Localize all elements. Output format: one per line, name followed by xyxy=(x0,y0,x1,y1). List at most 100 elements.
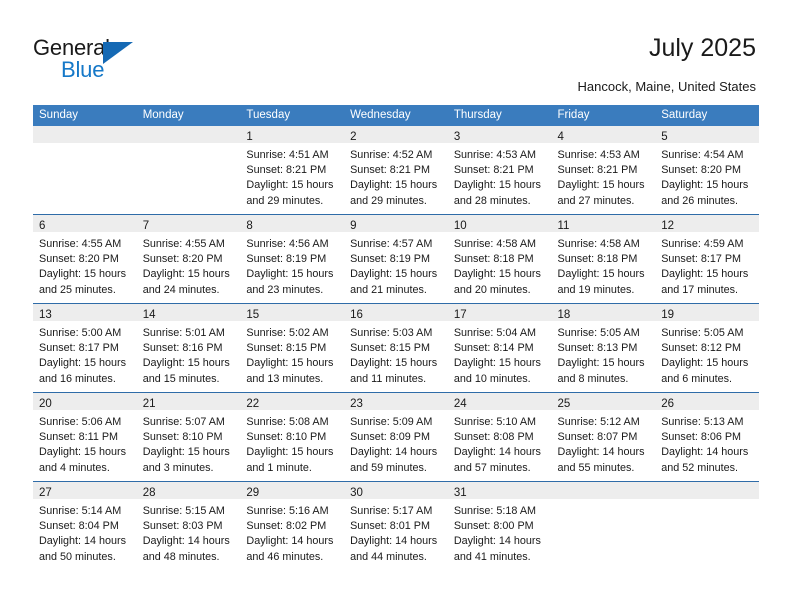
sunset-text: Sunset: 8:20 PM xyxy=(142,253,223,266)
day-number-strip: 1 xyxy=(240,126,345,143)
calendar-day-cell[interactable]: 10 Sunrise: 4:58 AM Sunset: 8:18 PM Dayligh… xyxy=(447,214,552,304)
calendar-day-cell[interactable]: 15 Sunrise: 5:02 AM Sunset: 8:15 PM Dayligh… xyxy=(240,303,345,393)
day-number-strip: 12 xyxy=(655,215,759,232)
calendar-day-cell[interactable]: 17 Sunrise: 5:04 AM Sunset: 8:14 PM Dayligh… xyxy=(447,303,552,393)
day-number: 12 xyxy=(661,220,675,232)
sunrise-text: Sunrise: 5:16 AM xyxy=(246,505,329,517)
daylight-text: Daylight: 15 hours and 25 minutes. xyxy=(39,268,127,296)
sunset-text: Sunset: 8:20 PM xyxy=(39,253,119,266)
daylight-text: Daylight: 15 hours and 24 minutes. xyxy=(142,268,230,296)
sunset-text: Sunset: 8:18 PM xyxy=(557,253,638,266)
calendar-day-cell[interactable]: 25 Sunrise: 5:12 AM Sunset: 8:07 PM Dayligh… xyxy=(551,392,656,482)
day-number: 22 xyxy=(246,398,260,410)
day-details: Sunrise: 5:14 AM Sunset: 8:04 PM Daylight:… xyxy=(33,499,137,565)
calendar-day-cell[interactable]: 4 Sunrise: 4:53 AM Sunset: 8:21 PM Daylight… xyxy=(551,126,656,215)
calendar-day-cell[interactable]: 21 Sunrise: 5:07 AM Sunset: 8:10 PM Dayligh… xyxy=(136,392,241,482)
day-number-strip: 14 xyxy=(136,304,241,321)
generalblue-logo: General Blue xyxy=(33,36,163,84)
calendar-day-cell[interactable]: 22 Sunrise: 5:08 AM Sunset: 8:10 PM Dayligh… xyxy=(240,392,345,482)
daylight-text: Daylight: 15 hours and 15 minutes. xyxy=(142,357,230,385)
calendar-day-cell[interactable]: 6 Sunrise: 4:55 AM Sunset: 8:20 PM Daylight… xyxy=(33,214,137,304)
day-number-strip: 20 xyxy=(33,393,137,410)
calendar-day-cell[interactable]: 14 Sunrise: 5:01 AM Sunset: 8:16 PM Dayligh… xyxy=(136,303,241,393)
sunset-text: Sunset: 8:04 PM xyxy=(39,520,119,533)
daylight-text: Daylight: 15 hours and 6 minutes. xyxy=(661,357,749,385)
sunset-text: Sunset: 8:02 PM xyxy=(246,520,327,533)
calendar-day-cell[interactable]: 24 Sunrise: 5:10 AM Sunset: 8:08 PM Dayligh… xyxy=(447,392,552,482)
calendar-day-cell[interactable]: 2 Sunrise: 4:52 AM Sunset: 8:21 PM Daylight… xyxy=(344,126,448,215)
weekday-header-thursday: Thursday xyxy=(447,105,552,126)
sunrise-text: Sunrise: 5:01 AM xyxy=(142,327,225,339)
sunset-text: Sunset: 8:19 PM xyxy=(350,253,430,266)
sunset-text: Sunset: 8:12 PM xyxy=(661,342,742,355)
sunrise-text: Sunrise: 5:06 AM xyxy=(39,416,122,428)
weekday-header-saturday: Saturday xyxy=(655,105,759,126)
calendar-day-cell[interactable]: 29 Sunrise: 5:16 AM Sunset: 8:02 PM Dayligh… xyxy=(240,481,345,570)
day-number-strip: 23 xyxy=(344,393,448,410)
calendar-day-cell[interactable]: 27 Sunrise: 5:14 AM Sunset: 8:04 PM Dayligh… xyxy=(33,481,137,570)
sunset-text: Sunset: 8:15 PM xyxy=(246,342,327,355)
calendar-day-cell[interactable]: 3 Sunrise: 4:53 AM Sunset: 8:21 PM Daylight… xyxy=(447,126,552,215)
calendar-day-cell[interactable]: 11 Sunrise: 4:58 AM Sunset: 8:18 PM Dayligh… xyxy=(551,214,656,304)
calendar-day-cell[interactable]: 16 Sunrise: 5:03 AM Sunset: 8:15 PM Dayligh… xyxy=(344,303,448,393)
weekday-header-sunday: Sunday xyxy=(33,105,137,126)
day-details: Sunrise: 4:53 AM Sunset: 8:21 PM Daylight:… xyxy=(552,143,656,209)
day-number: 25 xyxy=(557,398,571,410)
day-number-strip: 5 xyxy=(655,126,759,143)
logo-text-blue: Blue xyxy=(61,57,105,82)
day-number-strip: 24 xyxy=(447,393,552,410)
calendar-day-cell[interactable]: 31 Sunrise: 5:18 AM Sunset: 8:00 PM Dayligh… xyxy=(447,481,552,570)
sunset-text: Sunset: 8:03 PM xyxy=(142,520,223,533)
daylight-text: Daylight: 15 hours and 13 minutes. xyxy=(246,357,334,385)
calendar-day-cell[interactable]: 18 Sunrise: 5:05 AM Sunset: 8:13 PM Dayligh… xyxy=(551,303,656,393)
day-number: 18 xyxy=(557,309,571,321)
day-number-strip xyxy=(551,482,656,499)
day-details: Sunrise: 4:57 AM Sunset: 8:19 PM Daylight:… xyxy=(344,232,448,298)
sunset-text: Sunset: 8:16 PM xyxy=(142,342,223,355)
day-number: 27 xyxy=(39,487,52,499)
day-number-strip: 6 xyxy=(33,215,137,232)
day-details: Sunrise: 5:09 AM Sunset: 8:09 PM Daylight:… xyxy=(344,410,448,476)
calendar-day-cell[interactable]: 30 Sunrise: 5:17 AM Sunset: 8:01 PM Dayligh… xyxy=(344,481,448,570)
day-number-strip: 10 xyxy=(447,215,552,232)
calendar-day-cell[interactable]: 12 Sunrise: 4:59 AM Sunset: 8:17 PM Dayligh… xyxy=(655,214,759,304)
day-details: Sunrise: 5:01 AM Sunset: 8:16 PM Daylight:… xyxy=(137,321,241,387)
calendar-day-cell[interactable]: 1 Sunrise: 4:51 AM Sunset: 8:21 PM Daylight… xyxy=(240,126,345,215)
day-details: Sunrise: 4:55 AM Sunset: 8:20 PM Daylight:… xyxy=(33,232,137,298)
day-number: 21 xyxy=(142,398,156,410)
weekday-header-friday: Friday xyxy=(551,105,656,126)
weekday-header-tuesday: Tuesday xyxy=(240,105,345,126)
calendar-day-cell[interactable]: 19 Sunrise: 5:05 AM Sunset: 8:12 PM Dayligh… xyxy=(655,303,759,393)
day-number-strip: 27 xyxy=(33,482,137,499)
sunrise-text: Sunrise: 5:02 AM xyxy=(246,327,329,339)
daylight-text: Daylight: 15 hours and 11 minutes. xyxy=(350,357,438,385)
calendar-day-cell[interactable]: 23 Sunrise: 5:09 AM Sunset: 8:09 PM Dayligh… xyxy=(344,392,448,482)
day-number-strip: 26 xyxy=(655,393,759,410)
day-details: Sunrise: 5:16 AM Sunset: 8:02 PM Daylight:… xyxy=(240,499,344,565)
day-number-strip: 15 xyxy=(240,304,345,321)
day-number: 17 xyxy=(453,309,467,321)
calendar-weekday-header: Sunday Monday Tuesday Wednesday Thursday… xyxy=(33,105,759,126)
calendar-day-cell[interactable]: 8 Sunrise: 4:56 AM Sunset: 8:19 PM Daylight… xyxy=(240,214,345,304)
calendar-day-cell[interactable]: 28 Sunrise: 5:15 AM Sunset: 8:03 PM Dayligh… xyxy=(136,481,241,570)
day-number: 29 xyxy=(246,487,260,499)
sunrise-text: Sunrise: 4:55 AM xyxy=(39,238,122,250)
calendar-day-cell[interactable]: 13 Sunrise: 5:00 AM Sunset: 8:17 PM Dayligh… xyxy=(33,303,137,393)
calendar-day-cell[interactable]: 7 Sunrise: 4:55 AM Sunset: 8:20 PM Daylight… xyxy=(136,214,241,304)
sunset-text: Sunset: 8:21 PM xyxy=(453,164,534,177)
sunrise-text: Sunrise: 4:54 AM xyxy=(661,149,744,161)
calendar-day-cell[interactable]: 20 Sunrise: 5:06 AM Sunset: 8:11 PM Dayligh… xyxy=(33,392,137,482)
day-number-strip: 28 xyxy=(136,482,241,499)
calendar-day-cell[interactable]: 26 Sunrise: 5:13 AM Sunset: 8:06 PM Dayligh… xyxy=(655,392,759,482)
daylight-text: Daylight: 15 hours and 29 minutes. xyxy=(350,179,438,207)
day-details: Sunrise: 5:06 AM Sunset: 8:11 PM Daylight:… xyxy=(33,410,137,476)
day-number-strip: 11 xyxy=(551,215,656,232)
sunset-text: Sunset: 8:07 PM xyxy=(557,431,638,444)
day-number-strip: 30 xyxy=(344,482,448,499)
day-number-strip: 13 xyxy=(33,304,137,321)
calendar-day-cell[interactable]: 9 Sunrise: 4:57 AM Sunset: 8:19 PM Daylight… xyxy=(344,214,448,304)
day-number-strip: 7 xyxy=(136,215,241,232)
calendar-day-cell[interactable]: 5 Sunrise: 4:54 AM Sunset: 8:20 PM Daylight… xyxy=(655,126,759,215)
sunrise-text: Sunrise: 4:55 AM xyxy=(142,238,225,250)
day-number-strip xyxy=(655,482,759,499)
